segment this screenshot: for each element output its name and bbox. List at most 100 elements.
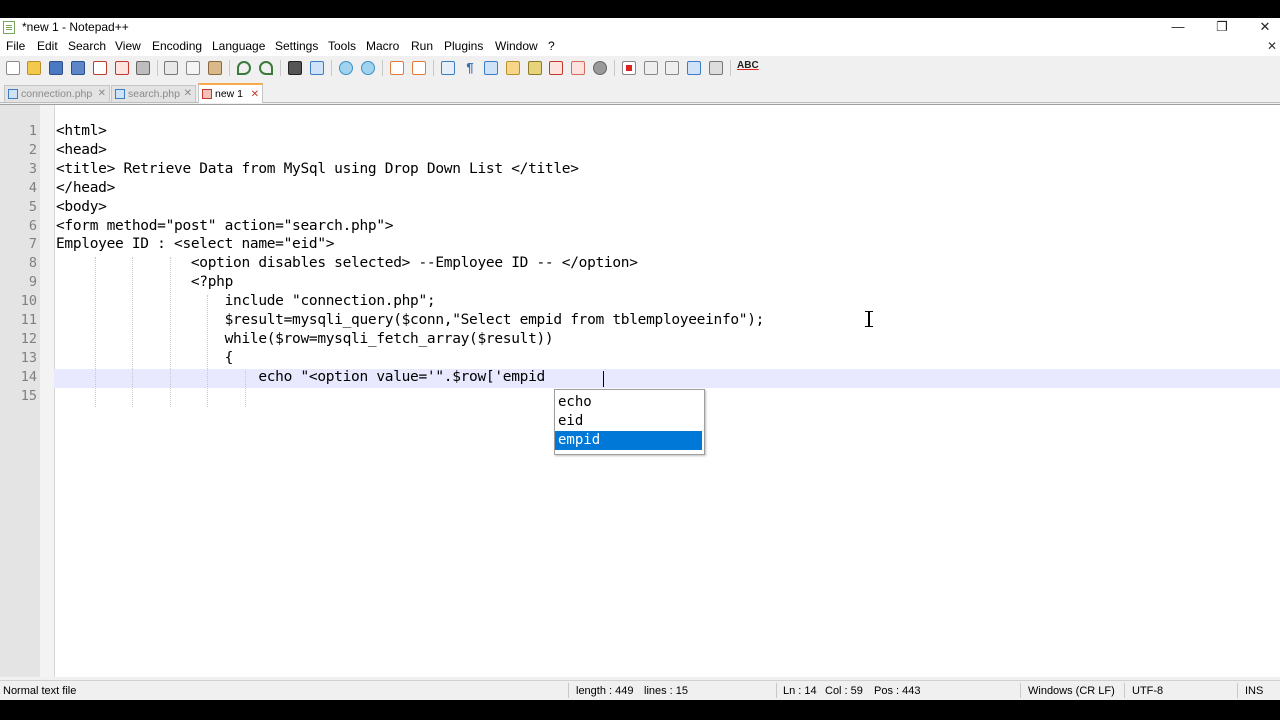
open-file-icon[interactable] xyxy=(27,61,41,75)
code-line[interactable]: <?php xyxy=(56,273,233,292)
new-file-icon[interactable] xyxy=(6,61,20,75)
replace-icon[interactable] xyxy=(310,61,324,75)
line-number[interactable]: 10 xyxy=(0,292,37,311)
line-number[interactable]: 12 xyxy=(0,330,37,349)
code-line[interactable]: Employee ID : <select name="eid"> xyxy=(56,235,334,254)
code-line[interactable]: <body> xyxy=(56,198,107,217)
line-number[interactable]: 3 xyxy=(0,160,37,179)
line-number[interactable]: 15 xyxy=(0,387,37,406)
zoom-out-icon[interactable] xyxy=(361,61,375,75)
menu-encoding[interactable]: Encoding xyxy=(152,39,202,53)
tab-bar: connection.php ✕ search.php ✕ new 1 ✕ xyxy=(0,82,1280,103)
menu-macro[interactable]: Macro xyxy=(366,39,399,53)
autocomplete-popup[interactable]: echo eid empid xyxy=(554,389,705,455)
tab-search-php[interactable]: search.php ✕ xyxy=(111,85,196,102)
record-macro-icon[interactable] xyxy=(622,61,636,75)
language-icon[interactable] xyxy=(506,61,520,75)
menu-view[interactable]: View xyxy=(115,39,141,53)
word-wrap-icon[interactable] xyxy=(441,61,455,75)
menu-edit[interactable]: Edit xyxy=(37,39,58,53)
ibeam-cursor-icon xyxy=(863,310,875,328)
status-eol[interactable]: Windows (CR LF) xyxy=(1028,685,1115,697)
spell-check-icon[interactable]: ABC xyxy=(737,60,759,71)
zoom-in-icon[interactable] xyxy=(339,61,353,75)
redo-icon[interactable] xyxy=(259,61,273,75)
autocomplete-item-selected[interactable]: empid xyxy=(555,431,702,450)
code-line[interactable]: include "connection.php"; xyxy=(56,292,436,311)
folder-workspace-icon[interactable] xyxy=(571,61,585,75)
menu-help[interactable]: ? xyxy=(548,39,555,53)
code-line[interactable]: <form method="post" action="search.php"> xyxy=(56,217,394,236)
status-separator xyxy=(1124,683,1125,698)
code-line[interactable]: $result=mysqli_query($conn,"Select empid… xyxy=(56,311,765,330)
save-icon[interactable] xyxy=(49,61,63,75)
restore-button[interactable]: ❐ xyxy=(1200,18,1244,37)
tab-close-icon[interactable]: ✕ xyxy=(251,85,259,104)
status-encoding[interactable]: UTF-8 xyxy=(1132,685,1163,697)
indent-guide-icon[interactable] xyxy=(484,61,498,75)
code-line[interactable]: <title> Retrieve Data from MySql using D… xyxy=(56,160,579,179)
line-number[interactable]: 14 xyxy=(0,368,37,387)
close-window-button[interactable]: ✕ xyxy=(1243,18,1280,37)
menu-run[interactable]: Run xyxy=(411,39,433,53)
line-number[interactable]: 4 xyxy=(0,179,37,198)
autocomplete-item[interactable]: eid xyxy=(555,412,702,431)
tab-close-icon[interactable]: ✕ xyxy=(184,86,192,102)
tab-connection-php[interactable]: connection.php ✕ xyxy=(4,85,110,102)
close-document-button[interactable]: ✕ xyxy=(1267,39,1277,53)
text-caret xyxy=(603,371,604,387)
menu-language[interactable]: Language xyxy=(212,39,265,53)
toolbar-separator xyxy=(382,60,383,76)
menu-search[interactable]: Search xyxy=(68,39,106,53)
menu-settings[interactable]: Settings xyxy=(275,39,318,53)
menu-window[interactable]: Window xyxy=(495,39,538,53)
line-number[interactable]: 11 xyxy=(0,311,37,330)
print-icon[interactable] xyxy=(136,61,150,75)
code-line[interactable]: <head> xyxy=(56,141,107,160)
line-number[interactable]: 8 xyxy=(0,254,37,273)
sync-horizontal-icon[interactable] xyxy=(412,61,426,75)
code-line[interactable]: while($row=mysqli_fetch_array($result)) xyxy=(56,330,554,349)
line-number[interactable]: 1 xyxy=(0,122,37,141)
indent-guide xyxy=(132,257,133,407)
show-all-characters-icon[interactable]: ¶ xyxy=(463,61,477,75)
playback-macro-icon[interactable] xyxy=(665,61,679,75)
close-all-icon[interactable] xyxy=(115,61,129,75)
tab-new-1[interactable]: new 1 ✕ xyxy=(198,83,263,103)
close-file-icon[interactable] xyxy=(93,61,107,75)
unsaved-file-icon xyxy=(202,89,212,99)
sync-vertical-icon[interactable] xyxy=(390,61,404,75)
menu-file[interactable]: File xyxy=(6,39,25,53)
copy-icon[interactable] xyxy=(186,61,200,75)
menu-plugins[interactable]: Plugins xyxy=(444,39,483,53)
line-number[interactable]: 13 xyxy=(0,349,37,368)
line-number[interactable]: 7 xyxy=(0,235,37,254)
paste-icon[interactable] xyxy=(208,61,222,75)
status-insert-mode[interactable]: INS xyxy=(1245,685,1263,697)
code-line[interactable]: echo "<option value='".$row['empid xyxy=(56,368,545,387)
tab-close-icon[interactable]: ✕ xyxy=(98,86,106,102)
line-number[interactable]: 5 xyxy=(0,198,37,217)
monitoring-icon[interactable] xyxy=(593,61,607,75)
line-number[interactable]: 6 xyxy=(0,217,37,236)
code-line[interactable]: </head> xyxy=(56,179,115,198)
minimize-button[interactable]: — xyxy=(1156,18,1200,37)
cut-icon[interactable] xyxy=(164,61,178,75)
fold-margin[interactable] xyxy=(40,105,54,677)
status-file-type: Normal text file xyxy=(3,685,77,697)
save-macro-icon[interactable] xyxy=(709,61,723,75)
find-icon[interactable] xyxy=(288,61,302,75)
menu-tools[interactable]: Tools xyxy=(328,39,356,53)
document-map-icon[interactable] xyxy=(528,61,542,75)
line-number[interactable]: 2 xyxy=(0,141,37,160)
save-all-icon[interactable] xyxy=(71,61,85,75)
line-number[interactable]: 9 xyxy=(0,273,37,292)
run-macro-multiple-icon[interactable] xyxy=(687,61,701,75)
code-line[interactable]: <html> xyxy=(56,122,107,141)
code-editor[interactable]: 1 2 3 4 5 6 7 8 9 10 11 12 13 14 15 <html> <head> <title… xyxy=(0,104,1280,677)
undo-icon[interactable] xyxy=(237,61,251,75)
autocomplete-item[interactable]: echo xyxy=(555,393,702,412)
code-line[interactable]: <option disables selected> --Employee ID… xyxy=(56,254,638,273)
function-list-icon[interactable] xyxy=(549,61,563,75)
stop-recording-icon[interactable] xyxy=(644,61,658,75)
